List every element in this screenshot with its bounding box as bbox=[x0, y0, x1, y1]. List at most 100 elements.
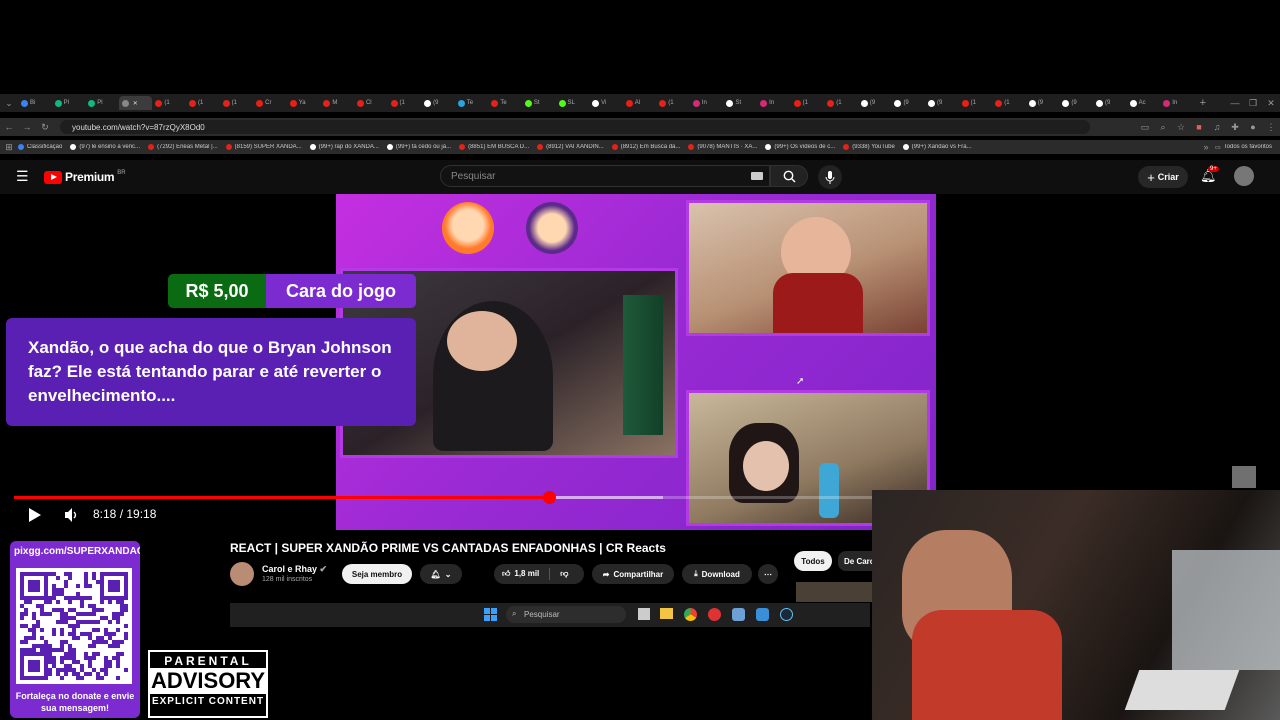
browser-tab[interactable]: (1 bbox=[388, 96, 422, 110]
keyboard-icon[interactable] bbox=[751, 172, 763, 180]
bookmark-item[interactable]: (8912) VAI XANDIN... bbox=[537, 144, 604, 150]
bookmark-item[interactable]: (8851) EM BUSCA D... bbox=[459, 144, 529, 150]
menu-kebab-icon[interactable]: ⋮ bbox=[1262, 122, 1280, 133]
settings-gear-icon[interactable] bbox=[732, 608, 745, 621]
browser-tab[interactable]: (1 bbox=[220, 96, 254, 110]
forward-icon[interactable]: → bbox=[18, 122, 36, 132]
photos-icon[interactable] bbox=[756, 608, 769, 621]
browser-tab[interactable]: (9 bbox=[421, 96, 455, 110]
browser-tab[interactable]: In bbox=[690, 96, 724, 110]
browser-tab[interactable]: ✕ bbox=[118, 96, 153, 110]
browser-tab[interactable]: Pl bbox=[52, 96, 86, 110]
cast-icon[interactable]: ▭ bbox=[1136, 122, 1154, 133]
bookmark-item[interactable]: (9078) MANTIS · XA... bbox=[688, 144, 757, 150]
back-icon[interactable]: ← bbox=[0, 122, 18, 132]
volume-button[interactable] bbox=[64, 507, 80, 528]
extension-icon[interactable]: ■ bbox=[1190, 122, 1208, 132]
bookmark-item[interactable]: (99+) Os vídeos de c... bbox=[765, 144, 835, 150]
share-button[interactable]: ➦ Compartilhar bbox=[592, 564, 674, 584]
close-window-icon[interactable]: ✕ bbox=[1262, 98, 1280, 109]
browser-tab[interactable]: In bbox=[1160, 96, 1194, 110]
app-icon-red[interactable] bbox=[708, 608, 721, 621]
channel-watermark[interactable] bbox=[1232, 466, 1256, 488]
play-button[interactable] bbox=[28, 507, 42, 528]
bookmark-item[interactable]: (7292) Enéas Metal |... bbox=[148, 144, 218, 150]
browser-tab[interactable]: Cr bbox=[253, 96, 287, 110]
browser-tab[interactable]: In bbox=[757, 96, 791, 110]
task-view-icon[interactable] bbox=[638, 608, 650, 620]
browser-tab[interactable]: Cl bbox=[354, 96, 388, 110]
more-bookmarks-icon[interactable]: » bbox=[1197, 142, 1215, 152]
hamburger-menu-icon[interactable]: ☰ bbox=[16, 168, 29, 185]
browser-tab[interactable]: Bi bbox=[18, 96, 52, 110]
new-tab-button[interactable]: + bbox=[1194, 97, 1212, 109]
steam-icon[interactable] bbox=[780, 608, 793, 621]
bookmark-item[interactable]: (99+) Xandão vs Fra... bbox=[902, 144, 972, 150]
thumbs-down-icon[interactable]: 👎︎ bbox=[560, 569, 568, 579]
join-button[interactable]: Seja membro bbox=[342, 564, 412, 584]
browser-tab[interactable]: St bbox=[522, 96, 556, 110]
all-bookmarks-folder[interactable]: ▭ Todos os favoritos bbox=[1215, 144, 1272, 151]
chip-from-channel[interactable]: De Caro bbox=[838, 551, 872, 571]
browser-tab[interactable]: Te bbox=[455, 96, 489, 110]
browser-tab[interactable]: (9 bbox=[1093, 96, 1127, 110]
browser-tab[interactable]: (9 bbox=[925, 96, 959, 110]
browser-tab[interactable]: (9 bbox=[891, 96, 925, 110]
reload-icon[interactable]: ↻ bbox=[36, 122, 54, 133]
subscribed-bell-button[interactable]: 🔔︎ ⌄ bbox=[420, 564, 462, 584]
download-button[interactable]: ⤓ Download bbox=[682, 564, 752, 584]
bookmark-item[interactable]: (99+) tá cedo ou já... bbox=[386, 144, 451, 150]
browser-tab[interactable]: (1 bbox=[959, 96, 993, 110]
bookmark-item[interactable]: (8912) Em Busca da... bbox=[611, 144, 680, 150]
more-actions-button[interactable]: ⋯ bbox=[758, 564, 778, 584]
search-input[interactable]: Pesquisar bbox=[440, 165, 770, 187]
browser-tab[interactable]: (1 bbox=[152, 96, 186, 110]
bookmark-item[interactable]: (9338) YouTube bbox=[843, 144, 895, 150]
taskbar-search-input[interactable]: ⌕ Pesquisar bbox=[506, 606, 626, 623]
browser-tab[interactable]: (9 bbox=[1026, 96, 1060, 110]
browser-tab[interactable]: Pl bbox=[85, 96, 119, 110]
channel-name[interactable]: Carol e Rhay ✔ bbox=[262, 564, 327, 575]
browser-tab[interactable]: M bbox=[320, 96, 354, 110]
browser-tab[interactable]: Vi bbox=[589, 96, 623, 110]
browser-tab[interactable]: (1 bbox=[656, 96, 690, 110]
minimize-icon[interactable]: — bbox=[1226, 98, 1244, 108]
bookmark-item[interactable]: (99+) rap do XANDÃ... bbox=[309, 144, 379, 150]
browser-tab[interactable]: Te bbox=[488, 96, 522, 110]
voice-search-button[interactable] bbox=[818, 165, 842, 189]
chip-all[interactable]: Todos bbox=[794, 551, 832, 571]
account-avatar[interactable] bbox=[1234, 166, 1254, 186]
browser-tab[interactable]: (1 bbox=[824, 96, 858, 110]
recommended-thumbnail[interactable] bbox=[796, 582, 872, 602]
apps-grid-icon[interactable]: ⊞ bbox=[0, 142, 18, 153]
like-button[interactable]: 👍︎ 1,8 mil bbox=[502, 569, 539, 579]
browser-tab[interactable]: (9 bbox=[858, 96, 892, 110]
browser-tab[interactable]: (9 bbox=[1059, 96, 1093, 110]
start-windows-icon[interactable] bbox=[484, 608, 497, 621]
search-button[interactable] bbox=[770, 165, 808, 187]
bookmark-item[interactable]: (8159) SUPER XANDÃ... bbox=[225, 144, 302, 150]
channel-avatar[interactable] bbox=[230, 562, 254, 586]
browser-tab[interactable]: Al bbox=[623, 96, 657, 110]
profile-avatar[interactable]: ● bbox=[1244, 122, 1262, 132]
youtube-logo[interactable]: Premium BR bbox=[44, 170, 126, 184]
browser-tab[interactable]: (1 bbox=[992, 96, 1026, 110]
puzzle-icon[interactable]: ✚ bbox=[1226, 122, 1244, 133]
browser-tab[interactable]: St bbox=[723, 96, 757, 110]
browser-tab[interactable]: SL bbox=[556, 96, 590, 110]
progress-scrubber[interactable] bbox=[542, 491, 556, 504]
browser-tab[interactable]: Ya bbox=[287, 96, 321, 110]
browser-tab[interactable]: (1 bbox=[186, 96, 220, 110]
tab-search-chevron-icon[interactable]: ⌄ bbox=[0, 98, 18, 109]
bookmark-item[interactable]: Classificação bbox=[18, 144, 62, 150]
bookmark-item[interactable]: (97) le ensino a venc... bbox=[70, 144, 140, 150]
tab-close-icon[interactable]: ✕ bbox=[133, 100, 138, 107]
browser-tab[interactable]: Ac bbox=[1127, 96, 1161, 110]
restore-icon[interactable]: ❐ bbox=[1244, 98, 1262, 109]
zoom-icon[interactable]: ⌕ bbox=[1154, 122, 1172, 133]
url-field[interactable]: youtube.com/watch?v=87rzQyX8Od0 bbox=[60, 120, 1090, 134]
media-icon[interactable]: ♫ bbox=[1208, 122, 1226, 132]
chrome-icon[interactable] bbox=[684, 608, 697, 621]
file-explorer-icon[interactable] bbox=[660, 608, 673, 619]
browser-tab[interactable]: (1 bbox=[791, 96, 825, 110]
